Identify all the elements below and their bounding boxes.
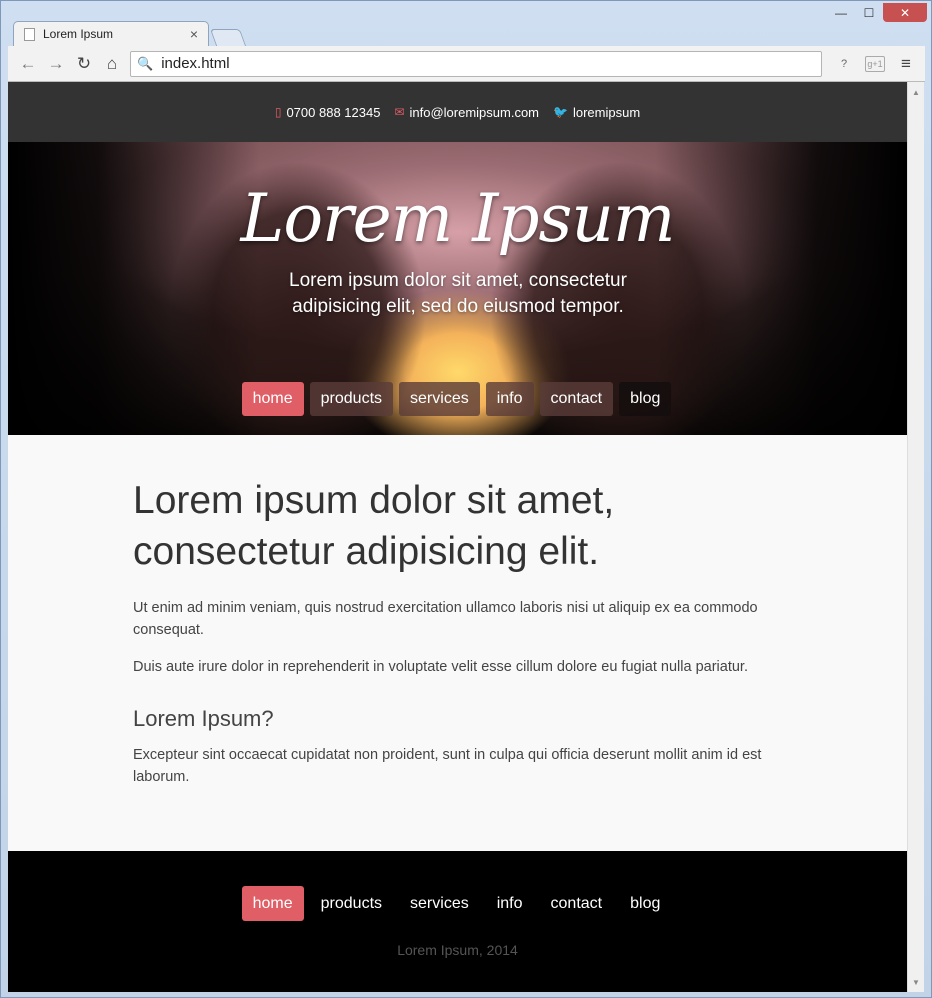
new-tab-button[interactable] <box>209 29 247 46</box>
page-headline: Lorem ipsum dolor sit amet, consectetur … <box>133 479 615 573</box>
footer-nav-home[interactable]: home <box>241 886 304 921</box>
twitter-link[interactable]: loremipsum <box>573 105 640 120</box>
reload-icon[interactable]: ↻ <box>70 52 98 76</box>
tab-strip: Lorem Ipsum × <box>13 21 247 46</box>
phone-number: 0700 888 12345 <box>286 104 381 120</box>
contact-email[interactable]: ✉ info@loremipsum.com <box>394 105 539 120</box>
nav-products[interactable]: products <box>309 382 394 416</box>
forward-arrow-icon[interactable]: → <box>42 52 70 76</box>
site-tagline: Lorem ipsum dolor sit amet, consectetur … <box>289 270 627 317</box>
minimize-button[interactable]: — <box>827 3 855 22</box>
main-content: Lorem ipsum dolor sit amet, consectetur … <box>8 435 788 788</box>
nav-info[interactable]: info <box>485 382 534 416</box>
footer-nav-info[interactable]: info <box>486 886 534 921</box>
address-bar[interactable]: 🔍 index.html <box>130 50 822 77</box>
main-nav: home products services info contact blog <box>8 382 907 416</box>
nav-blog[interactable]: blog <box>619 382 672 416</box>
paragraph-3: Excepteur sint occaecat cupidatat non pr… <box>133 747 762 785</box>
page-footer: home products services info contact blog… <box>8 851 907 992</box>
phone-icon: ▯ <box>274 105 282 119</box>
footer-nav: home products services info contact blog <box>8 886 907 921</box>
contact-bar: ▯ 0700 888 12345 ✉ info@loremipsum.com 🐦… <box>8 82 907 142</box>
back-arrow-icon[interactable]: ← <box>14 52 42 76</box>
page-viewport: ▯ 0700 888 12345 ✉ info@loremipsum.com 🐦… <box>8 82 907 992</box>
footer-nav-services[interactable]: services <box>399 886 480 921</box>
email-link[interactable]: info@loremipsum.com <box>410 105 540 120</box>
maximize-button[interactable]: ☐ <box>855 3 883 22</box>
footer-nav-contact[interactable]: contact <box>540 886 614 921</box>
vertical-scrollbar[interactable]: ▲ ▼ <box>907 82 924 992</box>
contact-twitter[interactable]: 🐦 loremipsum <box>553 105 640 120</box>
hero-banner: Lorem Ipsum Lorem ipsum dolor sit amet, … <box>8 142 907 435</box>
scroll-down-icon[interactable]: ▼ <box>908 974 924 990</box>
paragraph-1: Ut enim ad minim veniam, quis nostrud ex… <box>133 600 758 638</box>
close-window-button[interactable]: ✕ <box>883 3 927 22</box>
tab-close-icon[interactable]: × <box>190 26 198 42</box>
window-controls: — ☐ ✕ <box>827 3 927 22</box>
nav-home[interactable]: home <box>241 382 304 416</box>
tab-title: Lorem Ipsum <box>43 27 114 41</box>
page-icon <box>24 27 35 41</box>
paragraph-2: Duis aute irure dolor in reprehenderit i… <box>133 659 748 675</box>
google-plus-icon[interactable]: g+1 <box>865 55 885 72</box>
search-icon: 🔍 <box>137 55 154 71</box>
tab-lorem-ipsum[interactable]: Lorem Ipsum × <box>13 21 209 46</box>
home-icon[interactable]: ⌂ <box>98 52 126 76</box>
nav-contact[interactable]: contact <box>539 382 614 416</box>
footer-nav-products[interactable]: products <box>310 886 393 921</box>
twitter-icon: 🐦 <box>553 105 568 119</box>
toolbar-actions: ? g+1 ≡ <box>833 54 919 74</box>
hamburger-menu-icon[interactable]: ≡ <box>895 54 917 74</box>
site-title: Lorem Ipsum <box>240 180 675 257</box>
mail-icon: ✉ <box>394 105 405 119</box>
page-action-icon[interactable]: ? <box>833 54 855 74</box>
section-subheading: Lorem Ipsum? <box>133 706 274 731</box>
browser-toolbar: ← → ↻ ⌂ 🔍 index.html ? g+1 ≡ <box>8 46 925 82</box>
nav-services[interactable]: services <box>399 382 480 416</box>
address-text: index.html <box>161 55 230 72</box>
footer-nav-blog[interactable]: blog <box>619 886 671 921</box>
copyright-text: Lorem Ipsum, 2014 <box>397 942 518 958</box>
contact-phone: ▯ 0700 888 12345 <box>275 105 381 120</box>
scroll-up-icon[interactable]: ▲ <box>908 84 924 100</box>
